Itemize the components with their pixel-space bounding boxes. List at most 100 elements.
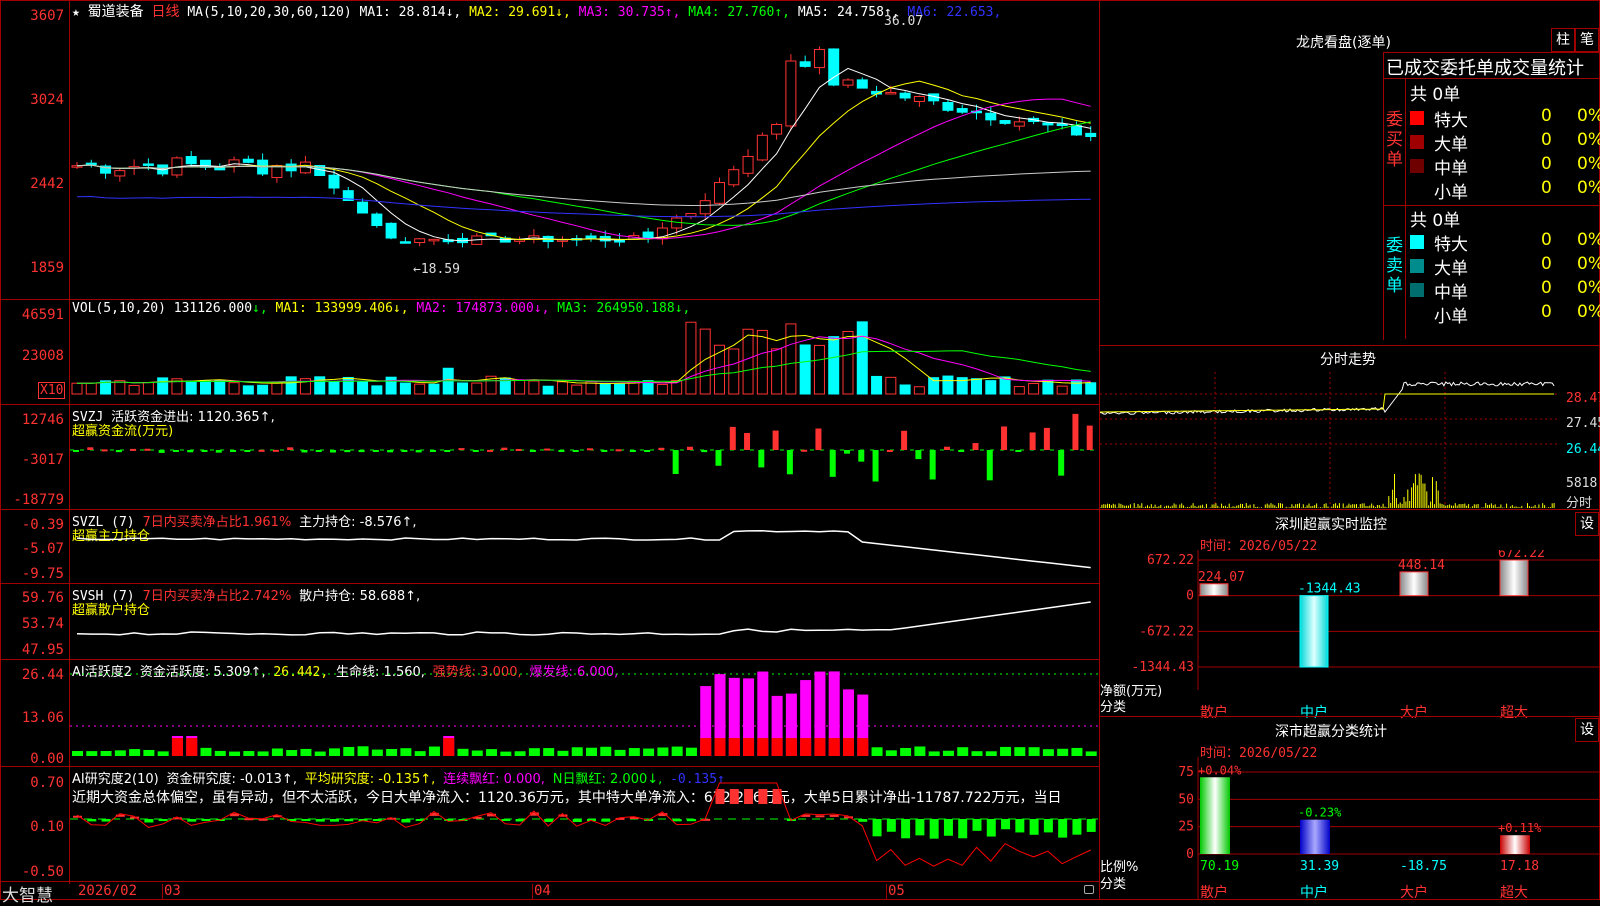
candle-body [1013,121,1025,127]
stats-category: 中户 [1300,884,1328,900]
svsh-tick-0: 59.76 [21,590,64,606]
candle-body [885,91,897,95]
candle-body [956,108,968,113]
volume-bar [399,382,411,395]
flow-bar [1029,432,1036,450]
flow-bar [529,450,536,452]
flow-bar [244,450,251,452]
dragon-title: 龙虎看盘(逐单) [1296,35,1391,51]
flow-bar [429,450,436,452]
stats-category: 散户 [1200,884,1228,900]
volume-bar [842,330,854,395]
volume-bar [128,384,140,395]
volume-bar [542,385,554,395]
activity-bar [871,747,883,756]
flow-bar [658,447,665,450]
activity-bar [143,749,155,756]
vol-panel [70,300,1098,404]
activity-bar [471,750,483,756]
candle-body [114,170,126,177]
vol-tick-1: 23008 [21,348,64,364]
stats-category: 大户 [1400,884,1428,900]
flow-bar [801,449,808,452]
flow-bar [886,449,893,452]
volume-bar [771,348,783,395]
price-panel [70,18,1098,298]
flow-bar [458,448,465,451]
volume-bar [514,379,526,395]
dragon-tick-button[interactable]: 笔 [1575,28,1599,52]
flow-bar [215,450,222,453]
volume-bar [242,385,254,395]
candle-body [328,174,340,189]
activity-bar [400,748,412,756]
svzj-tick-0: 12746 [21,412,64,428]
aiact-tick-2: 0.00 [30,751,64,767]
flow-bar [972,443,979,450]
volume-bar [85,382,97,395]
volume-bar [985,380,997,395]
candle-body [742,155,754,174]
activity-bar [357,746,369,756]
activity-bar [114,750,126,756]
volume-bar [185,380,197,395]
svzl-panel [70,510,1098,583]
monitor-bar [1399,571,1429,597]
flow-bar [387,450,394,453]
flow-bar [558,450,565,452]
stats-y-tick: 25 [1178,820,1194,835]
volume-bar [1085,382,1097,395]
research-bar [958,819,968,839]
flow-bar [344,450,351,453]
stats-bar [1200,777,1230,854]
flow-bar [1001,426,1008,450]
order-color-swatch [1410,159,1424,173]
monitor-category: 散户 [1200,704,1228,721]
flow-bar [158,450,165,453]
stats-settings-button[interactable]: 设 [1575,718,1599,742]
flow-bar [587,448,593,451]
activity-bar [900,748,912,756]
intra-tick-1: 27.45 [1566,416,1600,431]
buy-total: 共 0单 [1410,85,1461,105]
flow-bar [515,448,522,451]
research-chart [70,782,1098,867]
stats-bar-chart: 75 50 25 0 +0.04% 70.19 散户 -0.23% 31.39 中户 -18.75 大… [1178,757,1600,901]
intraday-avg-line [1100,393,1555,413]
flow-bar [572,450,579,452]
monitor-y-tick: -1344.43 [1131,660,1194,675]
activity-bar [486,749,498,756]
order-percent: 0% [1577,130,1600,150]
activity-bar [1085,751,1097,756]
monitor-settings-button[interactable]: 设 [1575,512,1599,536]
monitor-bar [1299,595,1329,668]
flow-bar [1086,425,1093,450]
research-bar [1029,819,1039,835]
flow-bar [644,450,651,452]
flow-bar [829,450,836,477]
dragon-bar-button[interactable]: 柱 [1551,28,1575,52]
order-volume: 0 [1541,106,1552,126]
monitor-category: 超大 [1500,705,1528,721]
price-tick-3: 1859 [30,260,64,276]
aiact-tick-0: 26.44 [21,667,64,683]
volume-bar [828,336,840,395]
candle-body [913,96,925,102]
order-percent: 0% [1577,254,1600,274]
flow-bar [115,450,122,453]
candle-body [1056,123,1068,127]
order-color-swatch [1410,283,1424,297]
sell-total: 共 0单 [1410,211,1461,231]
activity-bar [928,751,940,756]
flow-bar [915,450,922,460]
order-type-label: 特大 [1434,111,1468,131]
volume-bar [871,375,883,395]
price-tick-0: 3607 [30,8,64,24]
candle-body [899,92,911,99]
lock-icon[interactable] [1084,885,1094,894]
activity-bar [271,748,283,756]
activity-bar [129,749,141,756]
candle-body [856,79,868,89]
svsh-tick-2: 47.95 [21,642,64,658]
monitor-chart: 672.22 0 -672.22 -1344.43 224.07 散户 -1344.43 中户… [1100,546,1600,722]
